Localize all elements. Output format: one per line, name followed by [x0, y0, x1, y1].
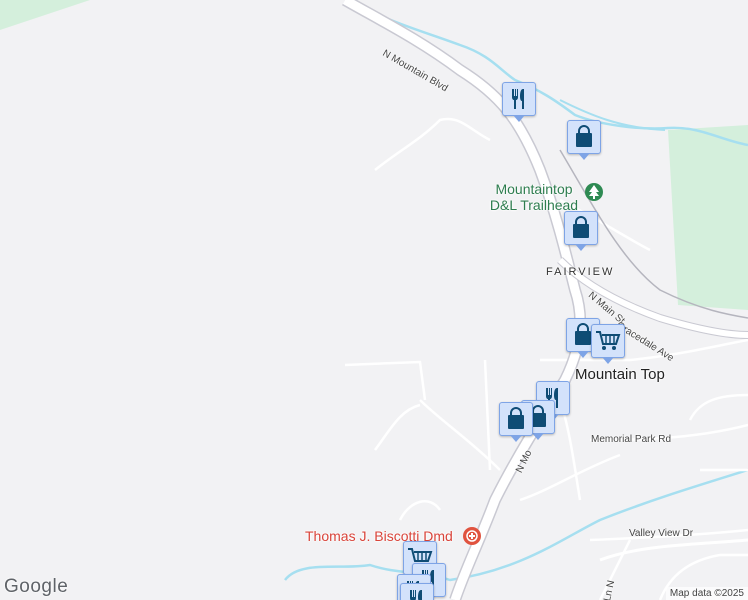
street-label-memorial-park: Memorial Park Rd — [591, 434, 672, 445]
hospital-icon[interactable] — [463, 527, 481, 545]
restaurant-icon — [508, 87, 530, 111]
map-base-layer — [0, 0, 748, 600]
google-logo: Google — [4, 576, 69, 597]
map-marker-restaurant[interactable] — [400, 583, 434, 600]
map-marker-shopping-bag[interactable] — [564, 211, 598, 251]
shopping-bag-icon — [505, 407, 527, 431]
map-marker-shopping-bag[interactable] — [567, 120, 601, 160]
n-mountain-blvd-casing — [342, 0, 587, 600]
shopping-bag-icon — [570, 216, 592, 240]
map-canvas[interactable]: N Mountain Blvd N Main St Gracedale Ave … — [0, 0, 748, 600]
restaurant-icon — [406, 588, 428, 600]
n-mountain-blvd-road — [342, 0, 585, 600]
trailhead-label[interactable]: Mountaintop D&L Trailhead — [488, 181, 580, 213]
trailhead-icon[interactable] — [585, 183, 603, 201]
shopping-cart-icon — [595, 330, 621, 352]
stream-bottom — [284, 468, 748, 582]
place-label-mountain-top: Mountain Top — [575, 366, 665, 383]
map-attribution[interactable]: Map data ©2025 — [665, 587, 748, 600]
map-marker-restaurant[interactable] — [502, 82, 536, 122]
park-area-right — [668, 125, 748, 310]
place-label-fairview: FAIRVIEW — [546, 266, 615, 278]
map-marker-shopping-bag[interactable] — [499, 402, 533, 442]
street-label-valley-view: Valley View Dr — [629, 528, 694, 539]
park-area-top-left — [0, 0, 90, 30]
shopping-bag-icon — [573, 125, 595, 149]
map-marker-shopping-cart[interactable] — [591, 324, 625, 364]
